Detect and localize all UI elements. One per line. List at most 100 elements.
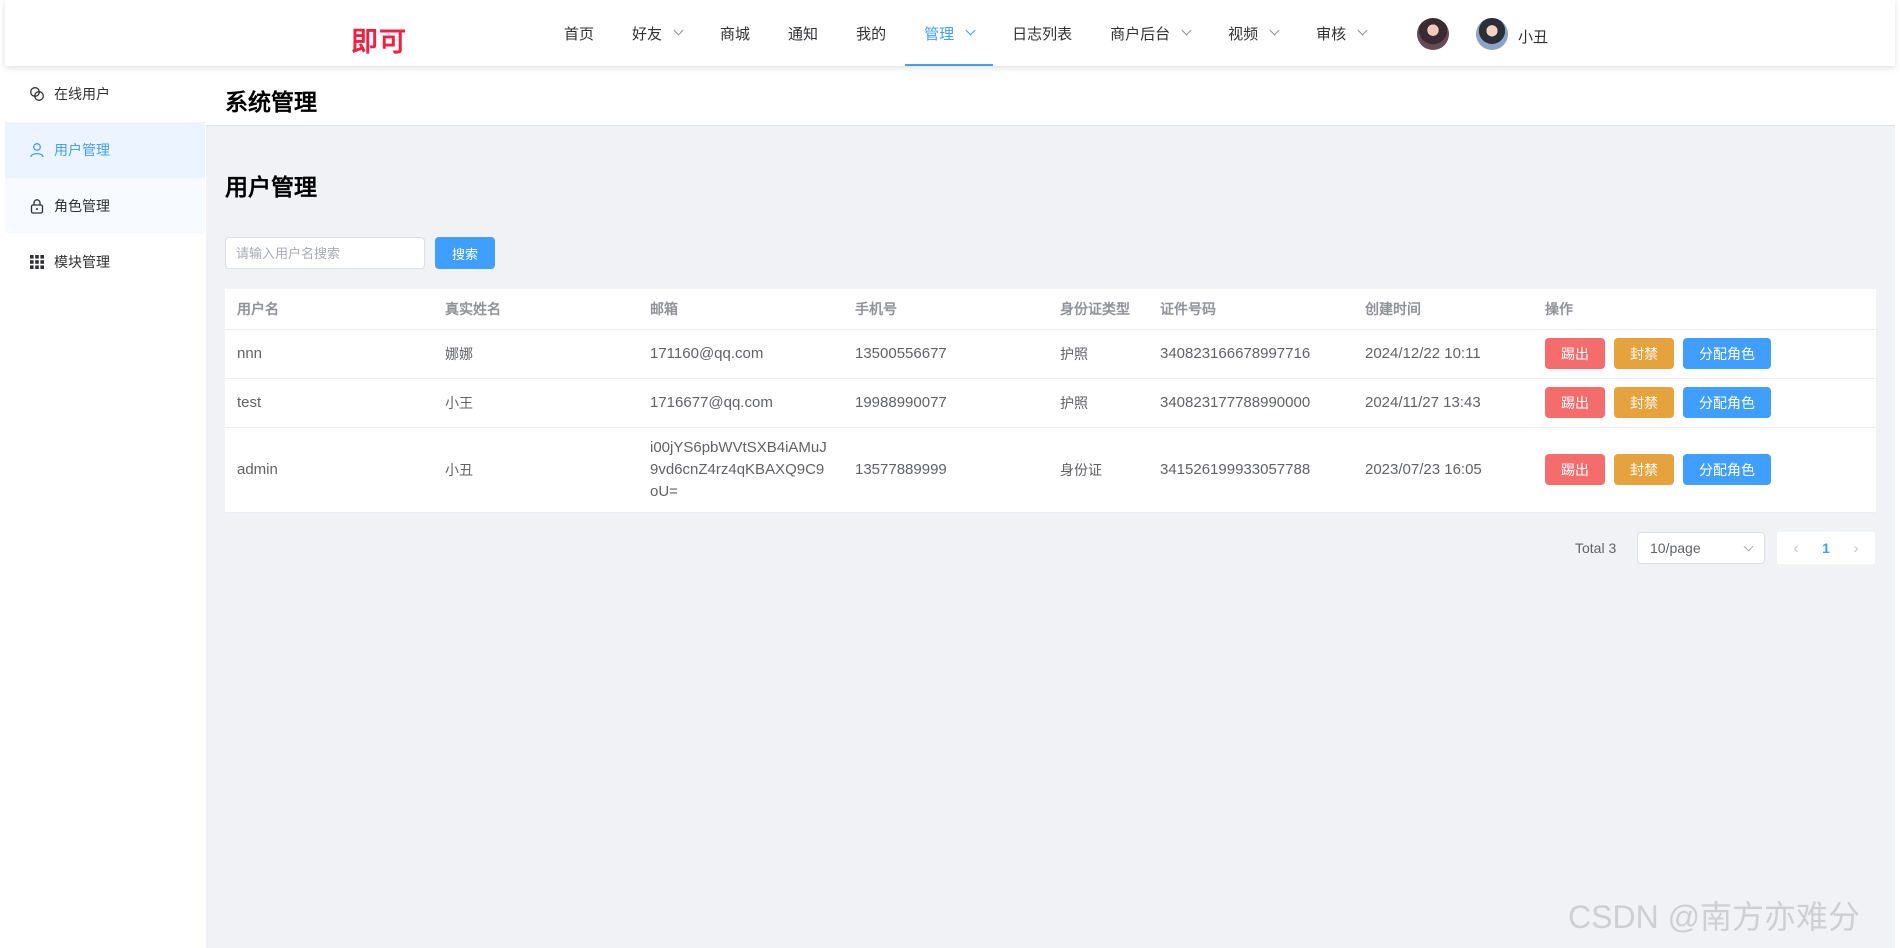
nav-item-friends[interactable]: 好友 [613, 0, 701, 66]
column-header-id-number[interactable]: 证件号码 [1148, 289, 1353, 330]
page-title: 系统管理 [225, 89, 317, 115]
cell-phone: 13500556677 [843, 329, 1048, 379]
cell-id-type: 护照 [1048, 378, 1148, 428]
sidebar-item-label: 角色管理 [54, 198, 110, 214]
nav-item-label: 好友 [632, 25, 663, 43]
top-navbar: 即可 首页 好友 商城 通知 我的 管理 日志列表 商户后台 视频 审核 小丑 [5, 0, 1895, 66]
sidebar-item-online-users[interactable]: 在线用户 [5, 66, 205, 122]
cell-realname: 小王 [433, 378, 638, 428]
nav-item-merchant[interactable]: 商户后台 [1091, 0, 1209, 66]
ban-button[interactable]: 封禁 [1614, 387, 1674, 418]
chevron-down-icon [1743, 541, 1754, 551]
nav-item-label: 首页 [564, 25, 595, 43]
nav-item-notifications[interactable]: 通知 [769, 0, 837, 66]
sidebar-item-label: 在线用户 [54, 86, 110, 102]
user-icon [29, 142, 45, 158]
chevron-down-icon [1269, 25, 1280, 36]
sidebar-item-module-management[interactable]: 模块管理 [5, 234, 205, 290]
cell-phone: 13577889999 [843, 427, 1048, 513]
nav-item-label: 我的 [856, 25, 887, 43]
page-header: 系统管理 [206, 66, 1895, 126]
grid-icon [29, 254, 45, 270]
column-header-realname[interactable]: 真实姓名 [433, 289, 638, 330]
search-button[interactable]: 搜索 [435, 237, 495, 269]
column-header-id-type[interactable]: 身份证类型 [1048, 289, 1148, 330]
table-header-row: 用户名 真实姓名 邮箱 手机号 身份证类型 证件号码 创建时间 操作 [225, 289, 1876, 330]
cell-realname: 娜娜 [433, 329, 638, 379]
username[interactable]: 小丑 [1518, 26, 1548, 47]
table-row: nnn 娜娜 171160@qq.com 13500556677 护照 3408… [225, 329, 1876, 379]
cell-username: nnn [225, 329, 433, 379]
prev-page-icon[interactable]: ‹ [1784, 540, 1808, 557]
search-input[interactable] [225, 237, 425, 269]
table-row: test 小王 1716677@qq.com 19988990077 护照 34… [225, 378, 1876, 428]
pagination-total: Total 3 [1575, 540, 1617, 556]
nav-item-home[interactable]: 首页 [545, 0, 613, 66]
nav-item-manage[interactable]: 管理 [905, 0, 994, 66]
cell-id-number: 341526199933057788 [1148, 427, 1353, 513]
cell-actions: 踢出 封禁 分配角色 [1533, 378, 1876, 428]
app-logo[interactable]: 即可 [351, 20, 407, 59]
assign-role-button[interactable]: 分配角色 [1683, 454, 1771, 485]
nav-item-mine[interactable]: 我的 [837, 0, 905, 66]
nav-item-label: 审核 [1316, 25, 1347, 43]
cell-username: test [225, 378, 433, 428]
nav-item-video[interactable]: 视频 [1209, 0, 1297, 66]
pagination: ‹ 1 › [1777, 532, 1875, 564]
ban-button[interactable]: 封禁 [1614, 454, 1674, 485]
nav-item-label: 商户后台 [1110, 25, 1171, 43]
user-avatar[interactable] [1476, 18, 1508, 50]
chevron-down-icon [673, 25, 684, 36]
kick-button[interactable]: 踢出 [1545, 454, 1605, 485]
cell-email: 171160@qq.com [638, 329, 843, 379]
page-size-value: 10/page [1650, 540, 1701, 556]
avatar[interactable] [1417, 18, 1449, 50]
cell-created: 2023/07/23 16:05 [1353, 427, 1533, 513]
sidebar-item-user-management[interactable]: 用户管理 [5, 122, 205, 178]
next-page-icon[interactable]: › [1844, 540, 1868, 557]
nav-item-review[interactable]: 审核 [1297, 0, 1385, 66]
chat-icon [29, 86, 45, 102]
cell-created: 2024/11/27 13:43 [1353, 378, 1533, 428]
cell-realname: 小丑 [433, 427, 638, 513]
table-row: admin 小丑 i00jYS6pbWVtSXB4iAMuJ9vd6cnZ4rz… [225, 427, 1876, 513]
chevron-down-icon [1181, 25, 1192, 36]
nav-item-shop[interactable]: 商城 [701, 0, 769, 66]
watermark: CSDN @南方亦难分 [1568, 899, 1861, 935]
chevron-down-icon [1357, 25, 1368, 36]
chevron-down-icon [965, 25, 976, 36]
kick-button[interactable]: 踢出 [1545, 338, 1605, 369]
nav-item-label: 商城 [720, 25, 751, 43]
assign-role-button[interactable]: 分配角色 [1683, 387, 1771, 418]
assign-role-button[interactable]: 分配角色 [1683, 338, 1771, 369]
column-header-phone[interactable]: 手机号 [843, 289, 1048, 330]
nav-item-logs[interactable]: 日志列表 [993, 0, 1091, 66]
page-size-select[interactable]: 10/page [1637, 532, 1765, 564]
kick-button[interactable]: 踢出 [1545, 387, 1605, 418]
nav-item-label: 视频 [1228, 25, 1259, 43]
cell-username: admin [225, 427, 433, 513]
nav-item-label: 通知 [788, 25, 819, 43]
column-header-created[interactable]: 创建时间 [1353, 289, 1533, 330]
cell-actions: 踢出 封禁 分配角色 [1533, 329, 1876, 379]
main-nav: 首页 好友 商城 通知 我的 管理 日志列表 商户后台 视频 审核 [545, 0, 1385, 66]
nav-item-label: 日志列表 [1012, 25, 1073, 43]
cell-id-number: 340823177788990000 [1148, 378, 1353, 428]
sidebar: 在线用户 用户管理 角色管理 模块管理 [5, 66, 205, 948]
cell-email: 1716677@qq.com [638, 378, 843, 428]
cell-id-type: 身份证 [1048, 427, 1148, 513]
page-number[interactable]: 1 [1822, 540, 1830, 556]
column-header-actions: 操作 [1533, 289, 1876, 330]
ban-button[interactable]: 封禁 [1614, 338, 1674, 369]
cell-phone: 19988990077 [843, 378, 1048, 428]
column-header-email[interactable]: 邮箱 [638, 289, 843, 330]
cell-actions: 踢出 封禁 分配角色 [1533, 427, 1876, 513]
cell-id-type: 护照 [1048, 329, 1148, 379]
sidebar-item-role-management[interactable]: 角色管理 [5, 178, 205, 234]
nav-item-label: 管理 [924, 25, 955, 43]
main-content: 系统管理 用户管理 搜索 用户名 真实姓名 邮箱 手机号 身份证类型 证件号码 … [206, 66, 1895, 948]
user-table: 用户名 真实姓名 邮箱 手机号 身份证类型 证件号码 创建时间 操作 nnn 娜… [225, 289, 1876, 513]
sidebar-item-label: 用户管理 [54, 142, 110, 158]
column-header-username[interactable]: 用户名 [225, 289, 433, 330]
lock-icon [29, 198, 45, 214]
